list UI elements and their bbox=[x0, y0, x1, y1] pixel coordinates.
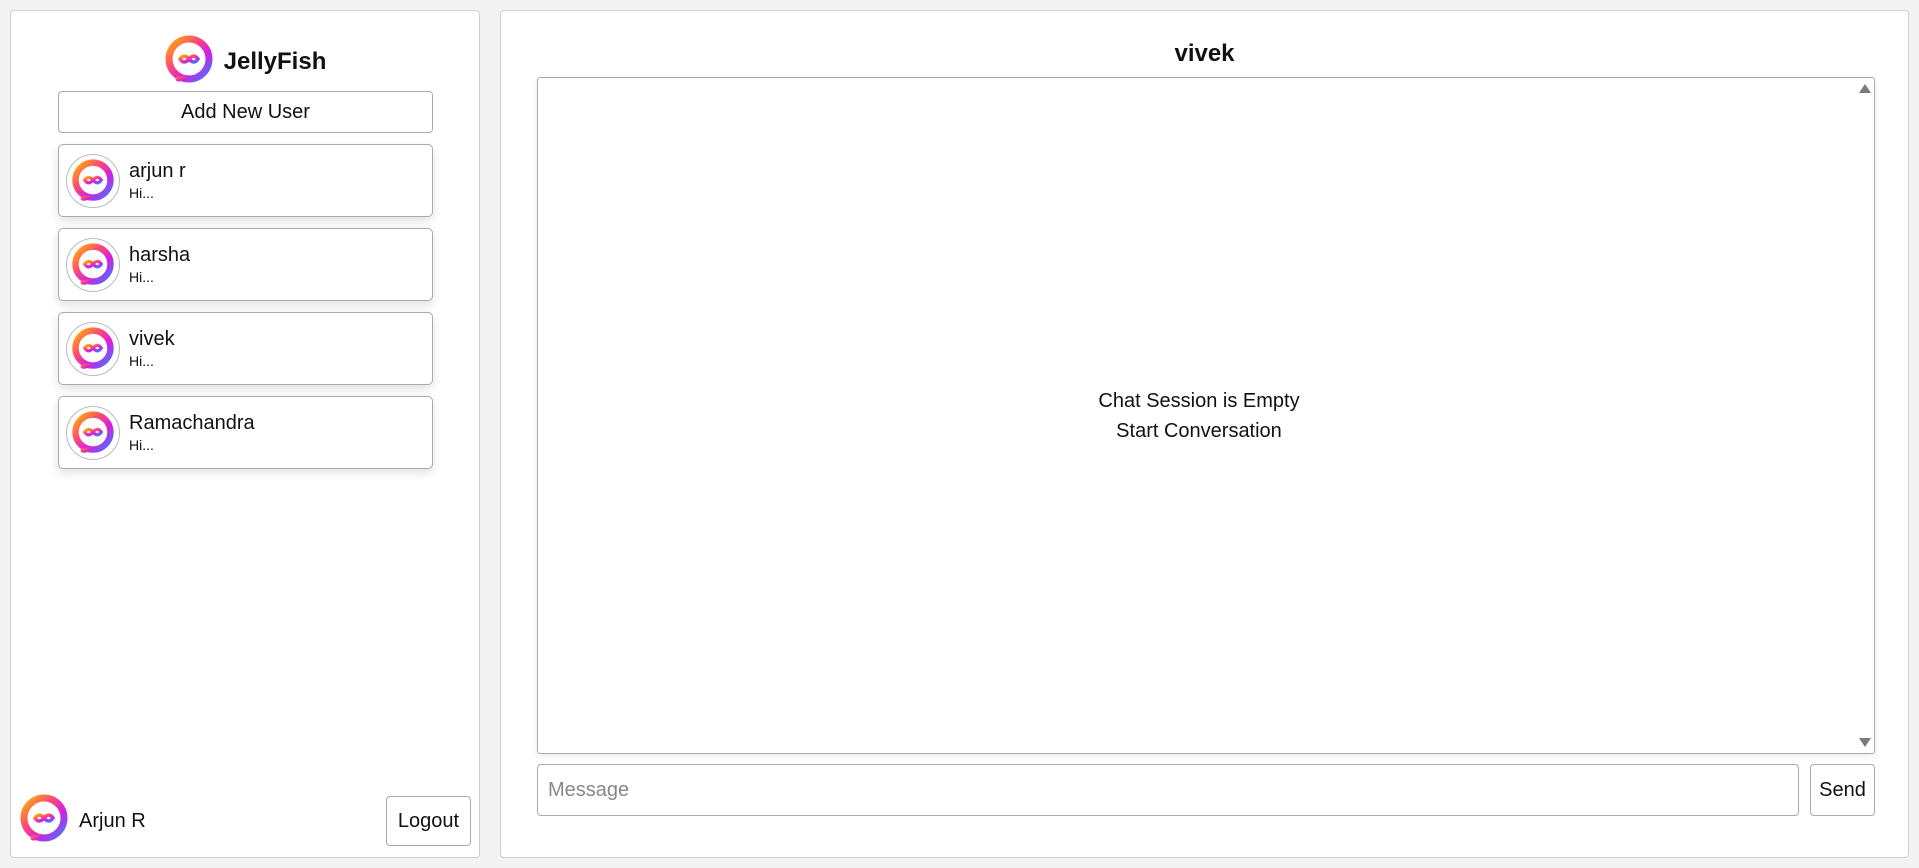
jellyfish-logo-icon bbox=[164, 35, 214, 90]
sidebar: JellyFish Add New User arjun r Hi... har… bbox=[10, 10, 480, 858]
brand-name: JellyFish bbox=[223, 48, 327, 75]
current-user-avatar-icon bbox=[19, 794, 69, 849]
user-item-arjun-r[interactable]: arjun r Hi... bbox=[58, 144, 433, 217]
avatar bbox=[66, 321, 120, 376]
jellyfish-avatar-icon bbox=[72, 242, 114, 285]
user-name: arjun r bbox=[129, 159, 186, 182]
current-user-name: Arjun R bbox=[79, 809, 146, 832]
empty-line-2: Start Conversation bbox=[1116, 420, 1282, 442]
empty-line-1: Chat Session is Empty bbox=[1098, 390, 1300, 412]
user-item-vivek[interactable]: vivek Hi... bbox=[58, 312, 433, 385]
avatar bbox=[66, 405, 120, 460]
user-item-harsha[interactable]: harsha Hi... bbox=[58, 228, 433, 301]
user-preview: Hi... bbox=[129, 184, 154, 201]
jellyfish-avatar-icon bbox=[72, 410, 114, 453]
user-name: harsha bbox=[129, 243, 191, 266]
chat-title: vivek bbox=[1174, 40, 1235, 67]
jellyfish-avatar-icon bbox=[72, 326, 114, 369]
brand: JellyFish bbox=[11, 27, 479, 97]
user-preview: Hi... bbox=[129, 352, 154, 369]
empty-chat-notice: Chat Session is Empty Start Conversation bbox=[538, 386, 1860, 446]
current-user: Arjun R bbox=[19, 794, 146, 849]
logout-button[interactable]: Logout bbox=[386, 796, 471, 846]
avatar bbox=[66, 237, 120, 292]
message-area[interactable]: Chat Session is Empty Start Conversation bbox=[537, 77, 1875, 754]
message-input[interactable] bbox=[537, 764, 1799, 816]
user-name: Ramachandra bbox=[129, 411, 255, 434]
avatar bbox=[66, 153, 120, 208]
user-preview: Hi... bbox=[129, 436, 154, 453]
sidebar-footer: Arjun R Logout bbox=[19, 793, 471, 849]
jellyfish-avatar-icon bbox=[72, 158, 114, 201]
user-list: arjun r Hi... harsha Hi... vivek Hi... R… bbox=[58, 144, 433, 480]
add-new-user-button[interactable]: Add New User bbox=[58, 91, 433, 133]
send-button[interactable]: Send bbox=[1810, 764, 1875, 816]
scroll-down-arrow-icon[interactable] bbox=[1859, 738, 1871, 747]
user-preview: Hi... bbox=[129, 268, 154, 285]
user-name: vivek bbox=[129, 327, 175, 350]
user-item-ramachandra[interactable]: Ramachandra Hi... bbox=[58, 396, 433, 469]
chat-panel: vivek Chat Session is Empty Start Conver… bbox=[500, 10, 1909, 858]
scroll-up-arrow-icon[interactable] bbox=[1859, 84, 1871, 93]
